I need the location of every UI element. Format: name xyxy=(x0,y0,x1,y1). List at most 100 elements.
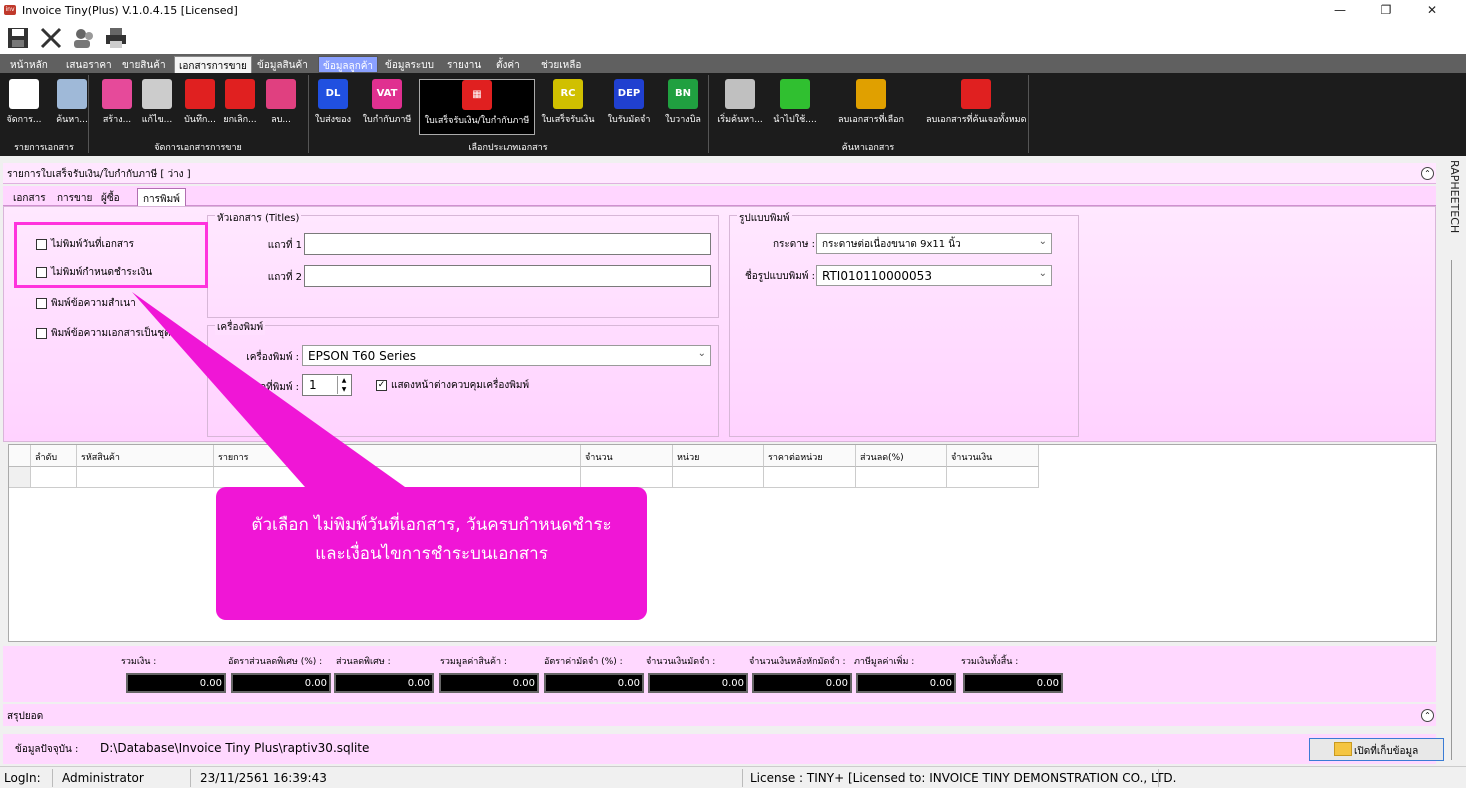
quick-access-toolbar xyxy=(0,20,1466,54)
titles-legend: หัวเอกสาร (Titles) xyxy=(215,211,302,226)
tab-products[interactable]: ข้อมูลสินค้า xyxy=(253,56,312,73)
tab-settings[interactable]: ตั้งค่า xyxy=(492,56,524,73)
license-text: License : TINY+ [Licensed to: INVOICE TI… xyxy=(750,771,1177,785)
ribbon-button-delete-selected[interactable]: ลบเอกสารที่เลือก xyxy=(826,79,916,135)
ribbon-button-edit[interactable]: แก้ไข... xyxy=(138,79,176,135)
printer-select[interactable]: EPSON T60 Series ⌄ xyxy=(302,345,711,366)
annotation-callout: ตัวเลือก ไม่พิมพ์วันที่เอกสาร, วันครบกำห… xyxy=(216,487,647,620)
receipt-tax-icon: ▦ xyxy=(462,80,492,110)
tab-help[interactable]: ช่วยเหลือ xyxy=(537,56,585,73)
grid-cell[interactable] xyxy=(856,467,947,488)
grid-cell[interactable] xyxy=(581,467,673,488)
tab-buyer[interactable]: ผู้ซื้อ xyxy=(96,188,125,206)
grid-header: ลำดับ รหัสสินค้า รายการ จำนวน หน่วย ราคา… xyxy=(9,445,1039,467)
column-header[interactable]: จำนวน xyxy=(581,445,673,467)
divider xyxy=(190,769,191,787)
chevron-down-icon[interactable]: ⌄ xyxy=(1039,236,1047,247)
column-header[interactable]: ลำดับ xyxy=(31,445,77,467)
minimize-button[interactable]: — xyxy=(1317,0,1363,20)
ribbon-divider xyxy=(708,75,709,153)
form-select[interactable]: RTI010110000053 ⌄ xyxy=(816,265,1052,286)
close-window-button[interactable]: ✕ xyxy=(1409,0,1455,20)
collapse-panel-icon[interactable]: ⌃ xyxy=(1421,167,1434,180)
ribbon-button-delete[interactable]: ลบ... xyxy=(263,79,299,135)
grid-cell[interactable] xyxy=(31,467,77,488)
column-header[interactable]: หน่วย xyxy=(673,445,764,467)
checkbox-box[interactable] xyxy=(36,328,47,339)
form-value: RTI010110000053 xyxy=(822,269,932,283)
print-icon[interactable] xyxy=(104,26,128,50)
printer-value: EPSON T60 Series xyxy=(308,349,416,363)
chevron-down-icon[interactable]: ⌄ xyxy=(698,348,706,359)
save-icon xyxy=(185,79,215,109)
tab-reports[interactable]: รายงาน xyxy=(443,56,485,73)
open-database-label: เปิดที่เก็บข้อมูล xyxy=(1354,746,1419,757)
total-label: รวมมูลค่าสินค้า : xyxy=(440,657,507,667)
ribbon-button-search[interactable]: ค้นหา... xyxy=(53,79,91,135)
ribbon-button-dl[interactable]: DL ใบส่งของ xyxy=(311,79,355,135)
tab-quotation[interactable]: เสนอราคา xyxy=(62,56,116,73)
save-icon[interactable] xyxy=(6,26,30,50)
spin-arrows-icon[interactable]: ▲ ▼ xyxy=(337,376,350,394)
show-dialog-label: แสดงหน้าต่างควบคุมเครื่องพิมพ์ xyxy=(391,380,530,391)
print-copy-text-checkbox[interactable]: พิมพ์ข้อความสำเนา xyxy=(36,296,136,311)
ribbon-button-bn[interactable]: BN ใบวางบิล xyxy=(661,79,705,135)
table-row[interactable] xyxy=(9,467,1039,488)
checkbox-box[interactable] xyxy=(36,298,47,309)
tab-sales[interactable]: ขายสินค้า xyxy=(118,56,170,73)
paper-select[interactable]: กระดาษต่อเนื่องขนาด 9x11 นิ้ว ⌄ xyxy=(816,233,1052,254)
ribbon-button-rc[interactable]: RC ใบเสร็จรับเงิน xyxy=(539,79,597,135)
column-header[interactable]: รหัสสินค้า xyxy=(77,445,214,467)
column-header[interactable]: รายการ xyxy=(214,445,581,467)
tab-system[interactable]: ข้อมูลระบบ xyxy=(381,56,438,73)
ribbon-button-label: ลบเอกสารที่ค้นเจอทั้งหมด xyxy=(926,115,1027,125)
ribbon-button-dep[interactable]: DEP ใบรับมัดจำ xyxy=(601,79,657,135)
tab-document[interactable]: เอกสาร xyxy=(8,188,51,206)
ribbon-button-cancel[interactable]: ยกเลิก... xyxy=(222,79,258,135)
cancel-icon xyxy=(225,79,255,109)
vat-icon: VAT xyxy=(372,79,402,109)
title-line2-input[interactable] xyxy=(304,265,711,287)
grid-cell[interactable] xyxy=(947,467,1039,488)
column-header[interactable]: จำนวนเงิน xyxy=(947,445,1039,467)
ribbon-button-vat[interactable]: VAT ใบกำกับภาษี xyxy=(359,79,415,135)
ribbon-group-label: เลือกประเภทเอกสาร xyxy=(468,143,548,153)
restore-button[interactable]: ❐ xyxy=(1363,0,1409,20)
ribbon-button-document-list[interactable]: จัดการ... xyxy=(4,79,44,135)
grid-cell[interactable] xyxy=(77,467,214,488)
column-header[interactable]: ส่วนลด(%) xyxy=(856,445,947,467)
tab-sale[interactable]: การขาย xyxy=(52,188,97,206)
tab-home[interactable]: หน้าหลัก xyxy=(6,56,52,73)
print-set-text-checkbox[interactable]: พิมพ์ข้อความเอกสารเป็นชุด xyxy=(36,326,171,341)
ribbon-button-search-doc[interactable]: เริ่มค้นหา... xyxy=(714,79,766,135)
checkbox-box-checked[interactable]: ✓ xyxy=(376,380,387,391)
tab-sales-documents[interactable]: เอกสารการขาย xyxy=(174,56,252,73)
grid-cell[interactable] xyxy=(673,467,764,488)
expand-summary-icon[interactable]: ⌃ xyxy=(1421,709,1434,722)
open-database-button[interactable]: เปิดที่เก็บข้อมูล xyxy=(1309,738,1444,761)
ribbon-button-create[interactable]: สร้าง... xyxy=(99,79,135,135)
grid-cell[interactable] xyxy=(214,467,581,488)
total-value: 0.00 xyxy=(231,673,331,693)
ribbon-button-delete-all[interactable]: ลบเอกสารที่ค้นเจอทั้งหมด xyxy=(926,79,1026,135)
database-label: ข้อมูลปัจจุบัน : xyxy=(15,744,79,755)
tab-printing[interactable]: การพิมพ์ xyxy=(137,188,186,206)
title-line1-input[interactable] xyxy=(304,233,711,255)
ribbon-button-check[interactable]: นำไปใช้.... xyxy=(769,79,821,135)
close-icon[interactable] xyxy=(39,26,63,50)
tab-customers[interactable]: ข้อมูลลูกค้า xyxy=(318,56,379,73)
grid-corner xyxy=(9,445,31,467)
login-label: LogIn: xyxy=(4,771,41,785)
grid-cell[interactable] xyxy=(764,467,856,488)
column-header[interactable]: ราคาต่อหน่วย xyxy=(764,445,856,467)
ribbon-button-save[interactable]: บันทึก... xyxy=(180,79,220,135)
divider xyxy=(52,769,53,787)
summary-bar: สรุปยอด ⌃ xyxy=(3,704,1436,726)
show-printer-dialog-checkbox[interactable]: ✓ แสดงหน้าต่างควบคุมเครื่องพิมพ์ xyxy=(376,378,529,393)
ribbon-button-receipt-tax[interactable]: ▦ ใบเสร็จรับเงิน/ใบกำกับภาษี xyxy=(419,79,535,135)
users-icon[interactable] xyxy=(72,26,96,50)
chevron-down-icon[interactable]: ⌄ xyxy=(1039,268,1047,279)
copies-stepper[interactable]: 1 ▲ ▼ xyxy=(302,374,352,396)
total-label: รวมเงินทั้งสิ้น : xyxy=(961,657,1019,667)
row-selector[interactable] xyxy=(9,467,31,488)
